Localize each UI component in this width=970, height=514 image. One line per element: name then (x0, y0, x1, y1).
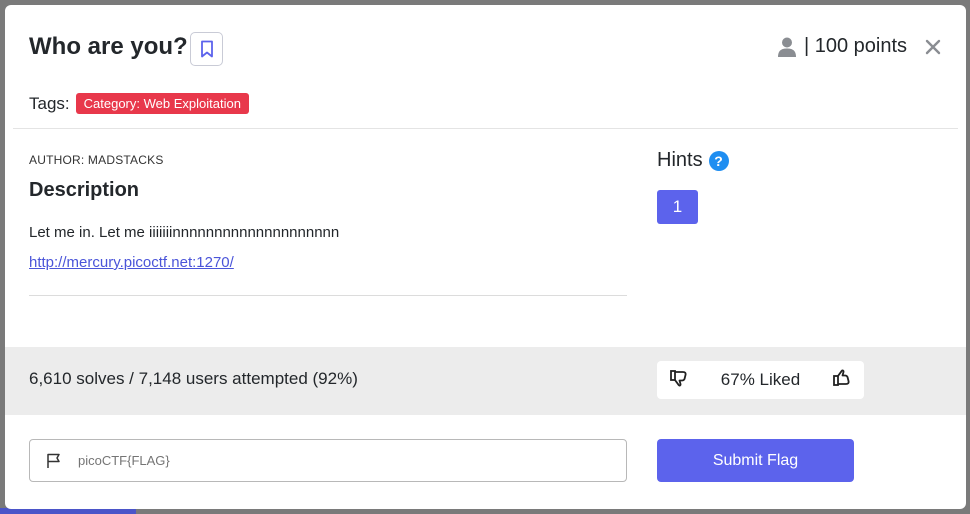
description-divider (29, 295, 627, 296)
hint-1-button[interactable]: 1 (657, 190, 698, 224)
submit-flag-button[interactable]: Submit Flag (657, 439, 854, 482)
bookmark-button[interactable] (190, 32, 223, 66)
challenge-title: Who are you? (29, 33, 188, 60)
thumbs-up-icon (833, 369, 850, 386)
flag-icon (47, 453, 60, 468)
thumbs-up-button[interactable] (832, 368, 852, 393)
user-icon (777, 37, 796, 57)
close-icon (925, 39, 941, 55)
liked-text: 67% Liked (720, 370, 801, 389)
flag-input[interactable] (78, 453, 558, 468)
hints-heading: Hints ? (657, 149, 729, 172)
points-label: | 100 points (803, 35, 907, 57)
description-heading: Description (29, 179, 140, 201)
points-display: | 100 points (777, 35, 907, 58)
category-tag: Category: Web Exploitation (75, 93, 249, 114)
thumbs-down-button[interactable] (669, 368, 689, 393)
author-label: AUTHOR: MADSTACKS (29, 153, 164, 167)
close-button[interactable] (925, 33, 941, 59)
stats-bar: 6,610 solves / 7,148 users attempted (92… (5, 347, 966, 415)
bookmark-icon (200, 40, 213, 58)
description-text: Let me in. Let me iiiiiiinnnnnnnnnnnnnnn… (29, 224, 340, 241)
solves-text: 6,610 solves / 7,148 users attempted (92… (29, 369, 358, 388)
tags-label: Tags: (29, 93, 70, 113)
thumbs-down-icon (670, 369, 687, 386)
help-icon[interactable]: ? (708, 150, 729, 171)
tags-row: Tags: Category: Web Exploitation (29, 93, 249, 114)
like-box: 67% Liked (657, 361, 864, 399)
hints-label: Hints (657, 149, 703, 171)
challenge-link[interactable]: http://mercury.picoctf.net:1270/ (29, 254, 234, 271)
challenge-modal: Who are you? | 100 points Tags: Category… (5, 5, 966, 509)
flag-input-wrapper[interactable] (29, 439, 627, 482)
divider (13, 128, 958, 129)
